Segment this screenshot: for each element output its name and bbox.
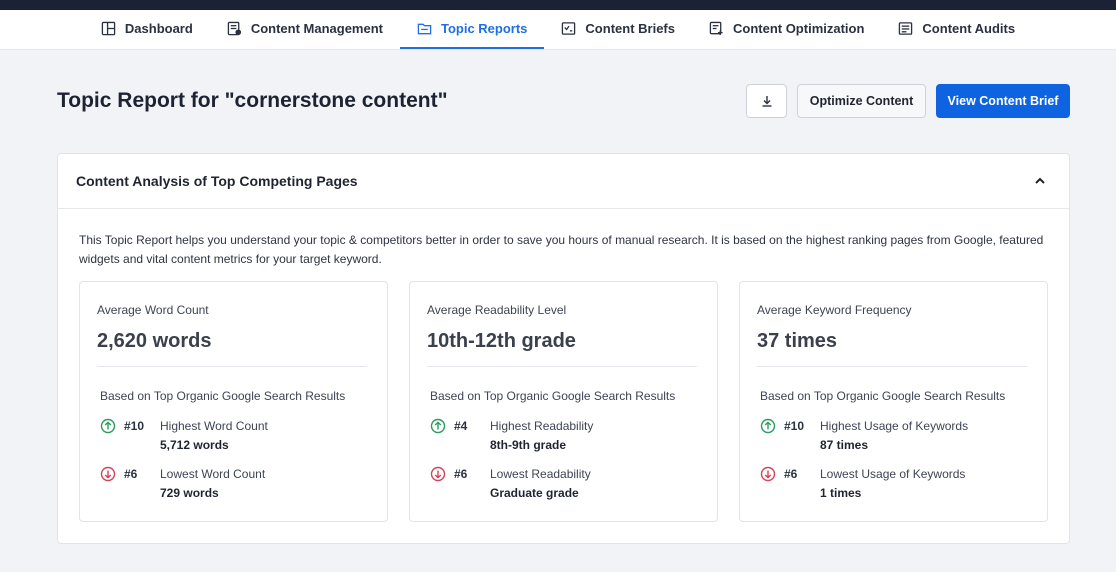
page-header: Topic Report for "cornerstone content" O… (57, 84, 1070, 118)
stat-value: 729 words (160, 486, 219, 500)
content-optimization-icon (709, 21, 723, 36)
content-briefs-icon (562, 22, 576, 35)
stat-value: 1 times (820, 486, 862, 500)
card-label: Average Keyword Frequency (757, 303, 912, 317)
optimize-content-button[interactable]: Optimize Content (797, 84, 926, 118)
arrow-up-circle-icon (100, 418, 116, 434)
divider (97, 366, 367, 367)
dashboard-icon (101, 21, 116, 36)
nav-item-dashboard[interactable]: Dashboard (84, 10, 210, 49)
download-icon (762, 96, 771, 107)
card-value: 37 times (757, 330, 838, 352)
arrow-down-circle-icon (430, 466, 446, 482)
stat-label: Highest Readability (490, 419, 594, 433)
metric-card-readability: Average Readability Level 10th-12th grad… (409, 281, 718, 522)
page-title: Topic Report for "cornerstone content" (57, 89, 448, 112)
arrow-down-circle-icon (100, 466, 116, 482)
stat-rank: #6 (124, 467, 138, 481)
card-label: Average Word Count (97, 303, 209, 317)
nav-item-label: Topic Reports (440, 21, 528, 36)
stat-rank: #6 (784, 467, 798, 481)
main-nav: Dashboard Content Management Topic Repor… (0, 10, 1116, 50)
stat-rank: #4 (454, 419, 468, 433)
top-bar (0, 0, 1116, 10)
stat-label: Highest Word Count (160, 419, 268, 433)
metric-card-word-count: Average Word Count 2,620 words Based on … (79, 281, 388, 522)
stat-value: 87 times (820, 438, 869, 452)
content-audits-icon (899, 22, 913, 35)
content-management-icon (227, 21, 241, 36)
nav-item-label: Dashboard (124, 21, 193, 36)
stat-highest: #4 Highest Readability 8th-9th grade (430, 418, 707, 458)
stat-highest: #10 Highest Usage of Keywords 87 times (760, 418, 1037, 458)
stat-value: 5,712 words (160, 438, 229, 452)
metric-card-keyword-frequency: Average Keyword Frequency 37 times Based… (739, 281, 1048, 522)
stat-lowest: #6 Lowest Readability Graduate grade (430, 466, 707, 506)
intro-text: This Topic Report helps you understand y… (79, 233, 1044, 266)
stat-value: 8th-9th grade (490, 438, 567, 452)
stat-label: Lowest Word Count (160, 467, 266, 481)
metric-cards: Average Word Count 2,620 words Based on … (79, 281, 1048, 522)
panel-header[interactable]: Content Analysis of Top Competing Pages (58, 154, 1069, 209)
nav-item-content-briefs[interactable]: Content Briefs (544, 10, 692, 49)
stat-label: Lowest Readability (490, 467, 591, 481)
nav-item-label: Content Optimization (732, 21, 865, 36)
chevron-up-icon[interactable] (1031, 172, 1049, 190)
nav-item-label: Content Management (250, 21, 383, 36)
card-label: Average Readability Level (427, 303, 567, 317)
stat-label: Lowest Usage of Keywords (820, 467, 966, 481)
divider (757, 366, 1027, 367)
nav-item-label: Content Audits (922, 21, 1016, 36)
topic-reports-icon (417, 23, 432, 35)
nav-item-content-optimization[interactable]: Content Optimization (692, 10, 881, 49)
stat-rank: #6 (454, 467, 468, 481)
arrow-up-circle-icon (430, 418, 446, 434)
header-actions: Optimize Content View Content Brief (746, 84, 1070, 118)
arrow-up-circle-icon (760, 418, 776, 434)
divider (427, 366, 697, 367)
nav-item-content-audits[interactable]: Content Audits (881, 10, 1032, 49)
stat-label: Highest Usage of Keywords (820, 419, 969, 433)
stat-rank: #10 (784, 419, 805, 433)
card-source: Based on Top Organic Google Search Resul… (430, 389, 676, 403)
content-analysis-panel: Content Analysis of Top Competing Pages … (57, 153, 1070, 544)
view-content-brief-button[interactable]: View Content Brief (936, 84, 1070, 118)
stat-highest: #10 Highest Word Count 5,712 words (100, 418, 377, 458)
card-value: 10th-12th grade (427, 330, 576, 352)
stat-value: Graduate grade (490, 486, 579, 500)
panel-title: Content Analysis of Top Competing Pages (76, 173, 358, 189)
card-source: Based on Top Organic Google Search Resul… (100, 389, 346, 403)
nav-item-label: Content Briefs (585, 21, 675, 36)
stat-rank: #10 (124, 419, 145, 433)
arrow-down-circle-icon (760, 466, 776, 482)
stat-lowest: #6 Lowest Word Count 729 words (100, 466, 377, 506)
nav-item-topic-reports[interactable]: Topic Reports (399, 10, 545, 49)
stat-lowest: #6 Lowest Usage of Keywords 1 times (760, 466, 1037, 506)
download-button[interactable] (746, 84, 787, 118)
nav-item-content-management[interactable]: Content Management (210, 10, 400, 49)
card-value: 2,620 words (97, 330, 212, 352)
card-source: Based on Top Organic Google Search Resul… (760, 389, 1006, 403)
